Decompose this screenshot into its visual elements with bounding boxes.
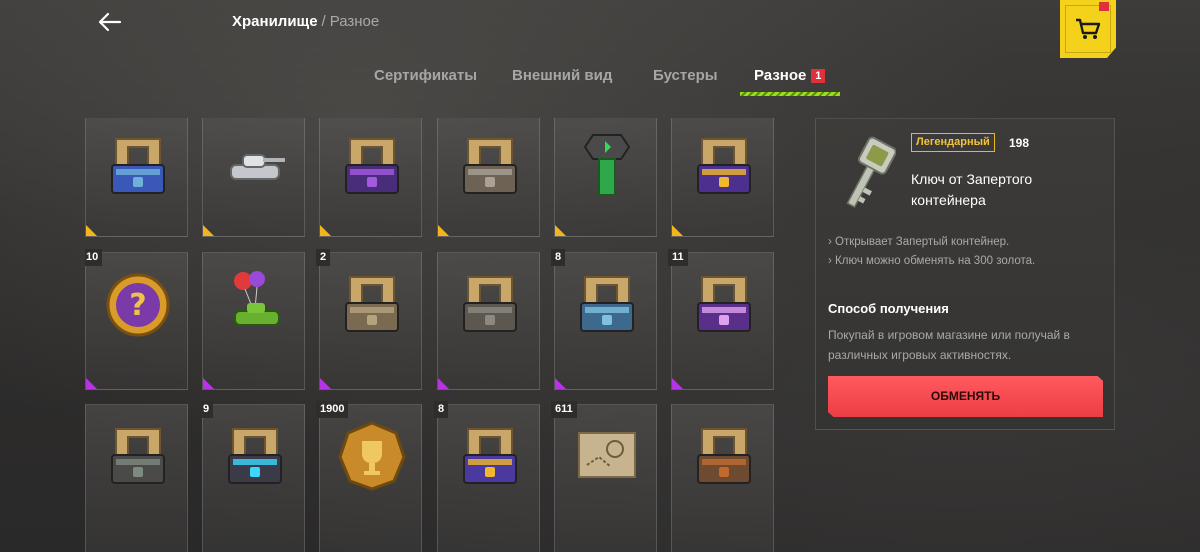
- breadcrumb-current: Разное: [329, 13, 380, 30]
- sale-tag-icon: [1099, 2, 1109, 11]
- container-bronze-icon: [345, 276, 399, 332]
- active-tab-indicator: [740, 92, 840, 96]
- rarity-corner-icon: [438, 378, 449, 389]
- item-count: 198: [1009, 136, 1030, 150]
- description-line: Открывает Запертый контейнер.: [828, 233, 1108, 252]
- container-wings-icon: [463, 138, 517, 194]
- item-count-badge: 8: [551, 249, 566, 266]
- cart-icon: [1076, 18, 1101, 39]
- item-description: Открывает Запертый контейнер. Ключ можно…: [828, 233, 1108, 271]
- item-count-badge: 11: [668, 249, 688, 266]
- exchange-button[interactable]: ОБМЕНЯТЬ: [828, 376, 1103, 417]
- question-coin-icon: ?: [106, 273, 170, 337]
- container-44-icon: [463, 276, 517, 332]
- item-count-badge: 10: [85, 249, 103, 266]
- map-piece-icon: [578, 432, 636, 478]
- rarity-corner-icon: [438, 225, 449, 236]
- rarity-corner-icon: [320, 378, 331, 389]
- item-tile[interactable]: [202, 118, 305, 237]
- item-tile[interactable]: 8: [551, 249, 657, 390]
- back-button[interactable]: [96, 10, 124, 34]
- obtain-text: Покупай в игровом магазине или получай в…: [828, 328, 1070, 362]
- tab-boosters[interactable]: Бустеры: [653, 67, 718, 84]
- item-count-badge: 9: [199, 401, 214, 418]
- tab-misc[interactable]: Разное 1: [754, 67, 826, 84]
- breadcrumb-separator: /: [321, 13, 326, 30]
- svg-text:?: ?: [129, 288, 146, 323]
- rarity-corner-icon: [203, 378, 214, 389]
- breadcrumb-storage[interactable]: Хранилище: [232, 13, 318, 30]
- item-tile[interactable]: [85, 404, 188, 552]
- item-count-badge: 611: [551, 401, 577, 418]
- rarity-badge: Легендарный: [911, 133, 995, 152]
- rarity-corner-icon: [672, 225, 683, 236]
- tank-balloons-icon: [234, 271, 280, 326]
- items-grid: ? 10 2 8 11 9 1900 8 611: [85, 118, 785, 552]
- item-tile[interactable]: ? 10: [85, 249, 188, 390]
- tab-certificates[interactable]: Сертификаты: [374, 67, 477, 84]
- tab-appearance[interactable]: Внешний вид: [512, 67, 612, 84]
- item-tile[interactable]: 2: [316, 249, 422, 390]
- item-tile[interactable]: [554, 118, 657, 237]
- item-detail-panel: Легендарный 198 Ключ от Запертого контей…: [815, 118, 1115, 430]
- item-tile[interactable]: [85, 118, 188, 237]
- item-count-badge: 8: [434, 401, 449, 418]
- item-tile[interactable]: [202, 252, 305, 390]
- item-tile[interactable]: [671, 404, 774, 552]
- container-purple-skull-icon: [345, 138, 399, 194]
- item-tile[interactable]: [319, 118, 422, 237]
- obtain-title: Способ получения: [828, 301, 949, 316]
- shop-button[interactable]: [1060, 0, 1116, 58]
- container-question-icon: [697, 138, 751, 194]
- tank-white-icon: [230, 154, 285, 180]
- item-name: Ключ от Запертого контейнера: [911, 171, 1033, 208]
- container-purple-art-icon: [697, 276, 751, 332]
- container-blue-icon: [111, 138, 165, 194]
- key-icon: [846, 136, 896, 208]
- tab-misc-badge: 1: [811, 69, 826, 83]
- rarity-corner-icon: [86, 225, 97, 236]
- container-digital-icon: [228, 428, 282, 484]
- item-tile[interactable]: [437, 252, 540, 390]
- trophy-coin-icon: [338, 421, 406, 491]
- container-gears-icon: [111, 428, 165, 484]
- container-rust-icon: [697, 428, 751, 484]
- tab-bar: Сертификаты Внешний вид Бустеры Разное 1: [0, 62, 1200, 96]
- container-purple-lock-icon: [463, 428, 517, 484]
- rarity-corner-icon: [672, 378, 683, 389]
- bolt-green-icon: [583, 134, 631, 196]
- item-tile[interactable]: [437, 118, 540, 237]
- rarity-corner-icon: [555, 378, 566, 389]
- item-tile[interactable]: 1900: [316, 401, 422, 552]
- tab-misc-label: Разное: [754, 67, 807, 84]
- item-tile[interactable]: 611: [551, 401, 657, 552]
- item-count-badge: 2: [316, 249, 331, 266]
- item-tile[interactable]: 9: [199, 401, 305, 552]
- rarity-corner-icon: [320, 225, 331, 236]
- item-tile[interactable]: 8: [434, 401, 540, 552]
- item-tile[interactable]: [671, 118, 774, 237]
- arrow-left-icon: [98, 12, 122, 32]
- container-blue-steel-icon: [580, 276, 634, 332]
- breadcrumb: Хранилище / Разное: [232, 13, 379, 30]
- rarity-corner-icon: [86, 378, 97, 389]
- item-count-badge: 1900: [316, 401, 349, 418]
- rarity-corner-icon: [555, 225, 566, 236]
- item-tile[interactable]: 11: [668, 249, 774, 390]
- description-line: Ключ можно обменять на 300 золота.: [828, 252, 1108, 271]
- rarity-corner-icon: [203, 225, 214, 236]
